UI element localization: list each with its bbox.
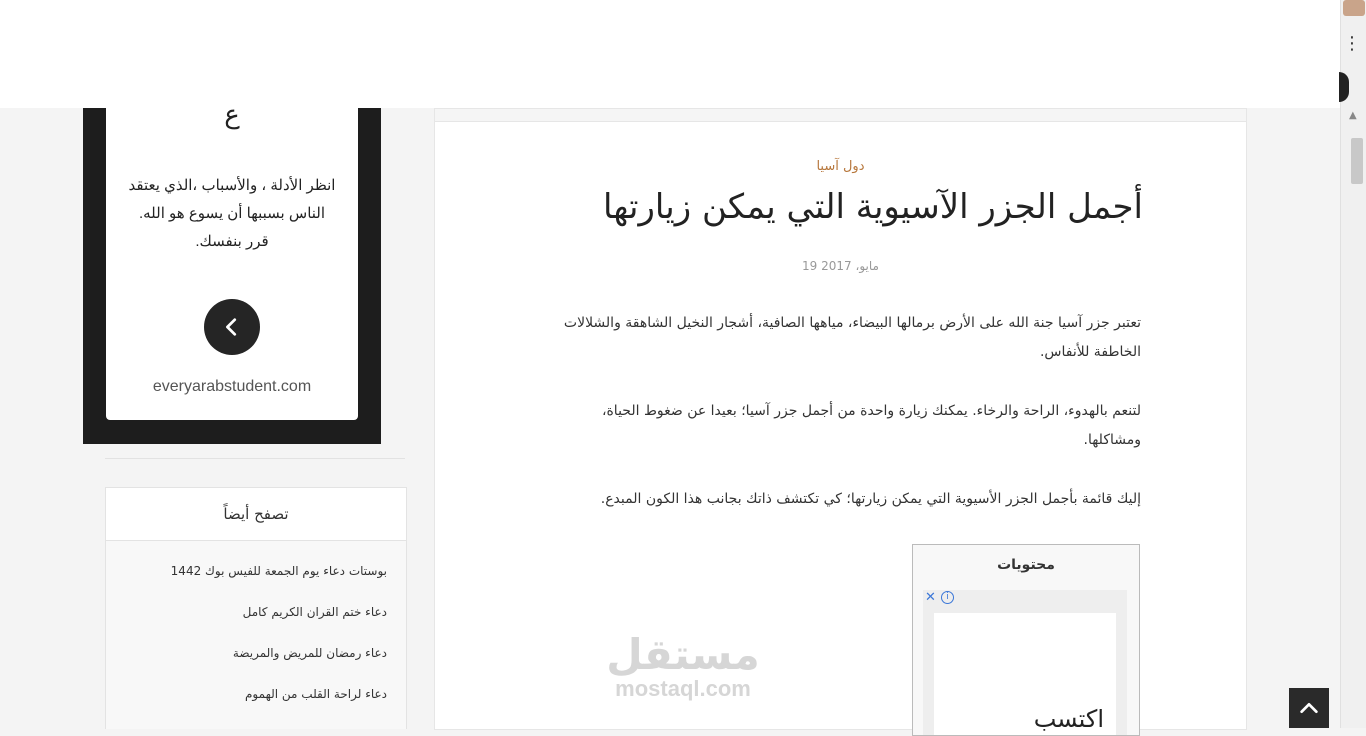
article-top-band (435, 109, 1246, 122)
promo-top-glyph: ع (224, 100, 240, 130)
ad-text: اكتسب (1033, 705, 1104, 733)
close-icon[interactable]: ✕ (925, 590, 936, 605)
list-item[interactable]: دعاء لراحة القلب من الهموم (106, 664, 406, 705)
watermark-logo: مستقل mostaql.com (600, 632, 766, 700)
watermark-arabic: مستقل (606, 630, 760, 679)
promo-text: انظر الأدلة ، والأسباب ،الذي يعتقد الناس… (128, 177, 336, 250)
promo-domain[interactable]: everyarabstudent.com (106, 378, 358, 396)
browse-also-title: تصفح أيضاً (106, 488, 406, 541)
back-to-top-button[interactable] (1289, 688, 1329, 728)
top-header-bar (0, 0, 1340, 108)
list-item[interactable]: بوستات دعاء يوم الجمعة للفيس بوك 1442 (106, 541, 406, 582)
promo-widget-card: ع انظر الأدلة ، والأسباب ،الذي يعتقد الن… (106, 100, 358, 420)
widget-divider (105, 444, 405, 459)
scrollbar-thumb[interactable] (1351, 138, 1363, 184)
toc-title: محتويات (997, 557, 1055, 573)
browser-scrollbar[interactable]: ⋮ ▲ (1339, 0, 1366, 728)
ad-card[interactable]: اكتسب (934, 613, 1116, 735)
browse-also-widget: تصفح أيضاً بوستات دعاء يوم الجمعة للفيس … (105, 487, 407, 729)
article-paragraph: لتنعم بالهدوء، الراحة والرخاء. يمكنك زيا… (601, 403, 1141, 448)
info-icon[interactable]: i (941, 591, 954, 604)
extension-icon[interactable] (1343, 0, 1365, 16)
ad-slot: ✕ i اكتسب (923, 590, 1127, 735)
article-title: أجمل الجزر الآسيوية التي يمكن زيارتها (602, 187, 1143, 227)
chevron-up-icon (1300, 702, 1318, 714)
article-category-link[interactable]: دول آسيا (435, 159, 1246, 174)
more-options-icon[interactable]: ⋮ (1343, 35, 1361, 53)
article-card: دول آسيا أجمل الجزر الآسيوية التي يمكن ز… (434, 108, 1247, 736)
list-item[interactable]: دعاء رمضان للمريض والمريضة (106, 623, 406, 664)
watermark-latin: mostaql.com (615, 676, 751, 701)
list-item[interactable]: دعاء ختم القران الكريم كامل (106, 582, 406, 623)
side-tab-icon[interactable] (1339, 72, 1349, 102)
article-paragraph: إليك قائمة بأجمل الجزر الأسيوية التي يمك… (600, 491, 1141, 507)
promo-back-button[interactable] (204, 299, 260, 355)
scroll-up-arrow-icon[interactable]: ▲ (1349, 110, 1357, 121)
article-paragraph: تعتبر جزر آسيا جنة الله على الأرض برماله… (563, 315, 1141, 360)
chevron-left-icon (226, 318, 237, 336)
table-of-contents: محتويات ✕ i اكتسب (912, 544, 1140, 736)
browse-also-list: بوستات دعاء يوم الجمعة للفيس بوك 1442 دع… (106, 541, 406, 705)
article-date: 19 مايو، 2017 (802, 259, 879, 273)
